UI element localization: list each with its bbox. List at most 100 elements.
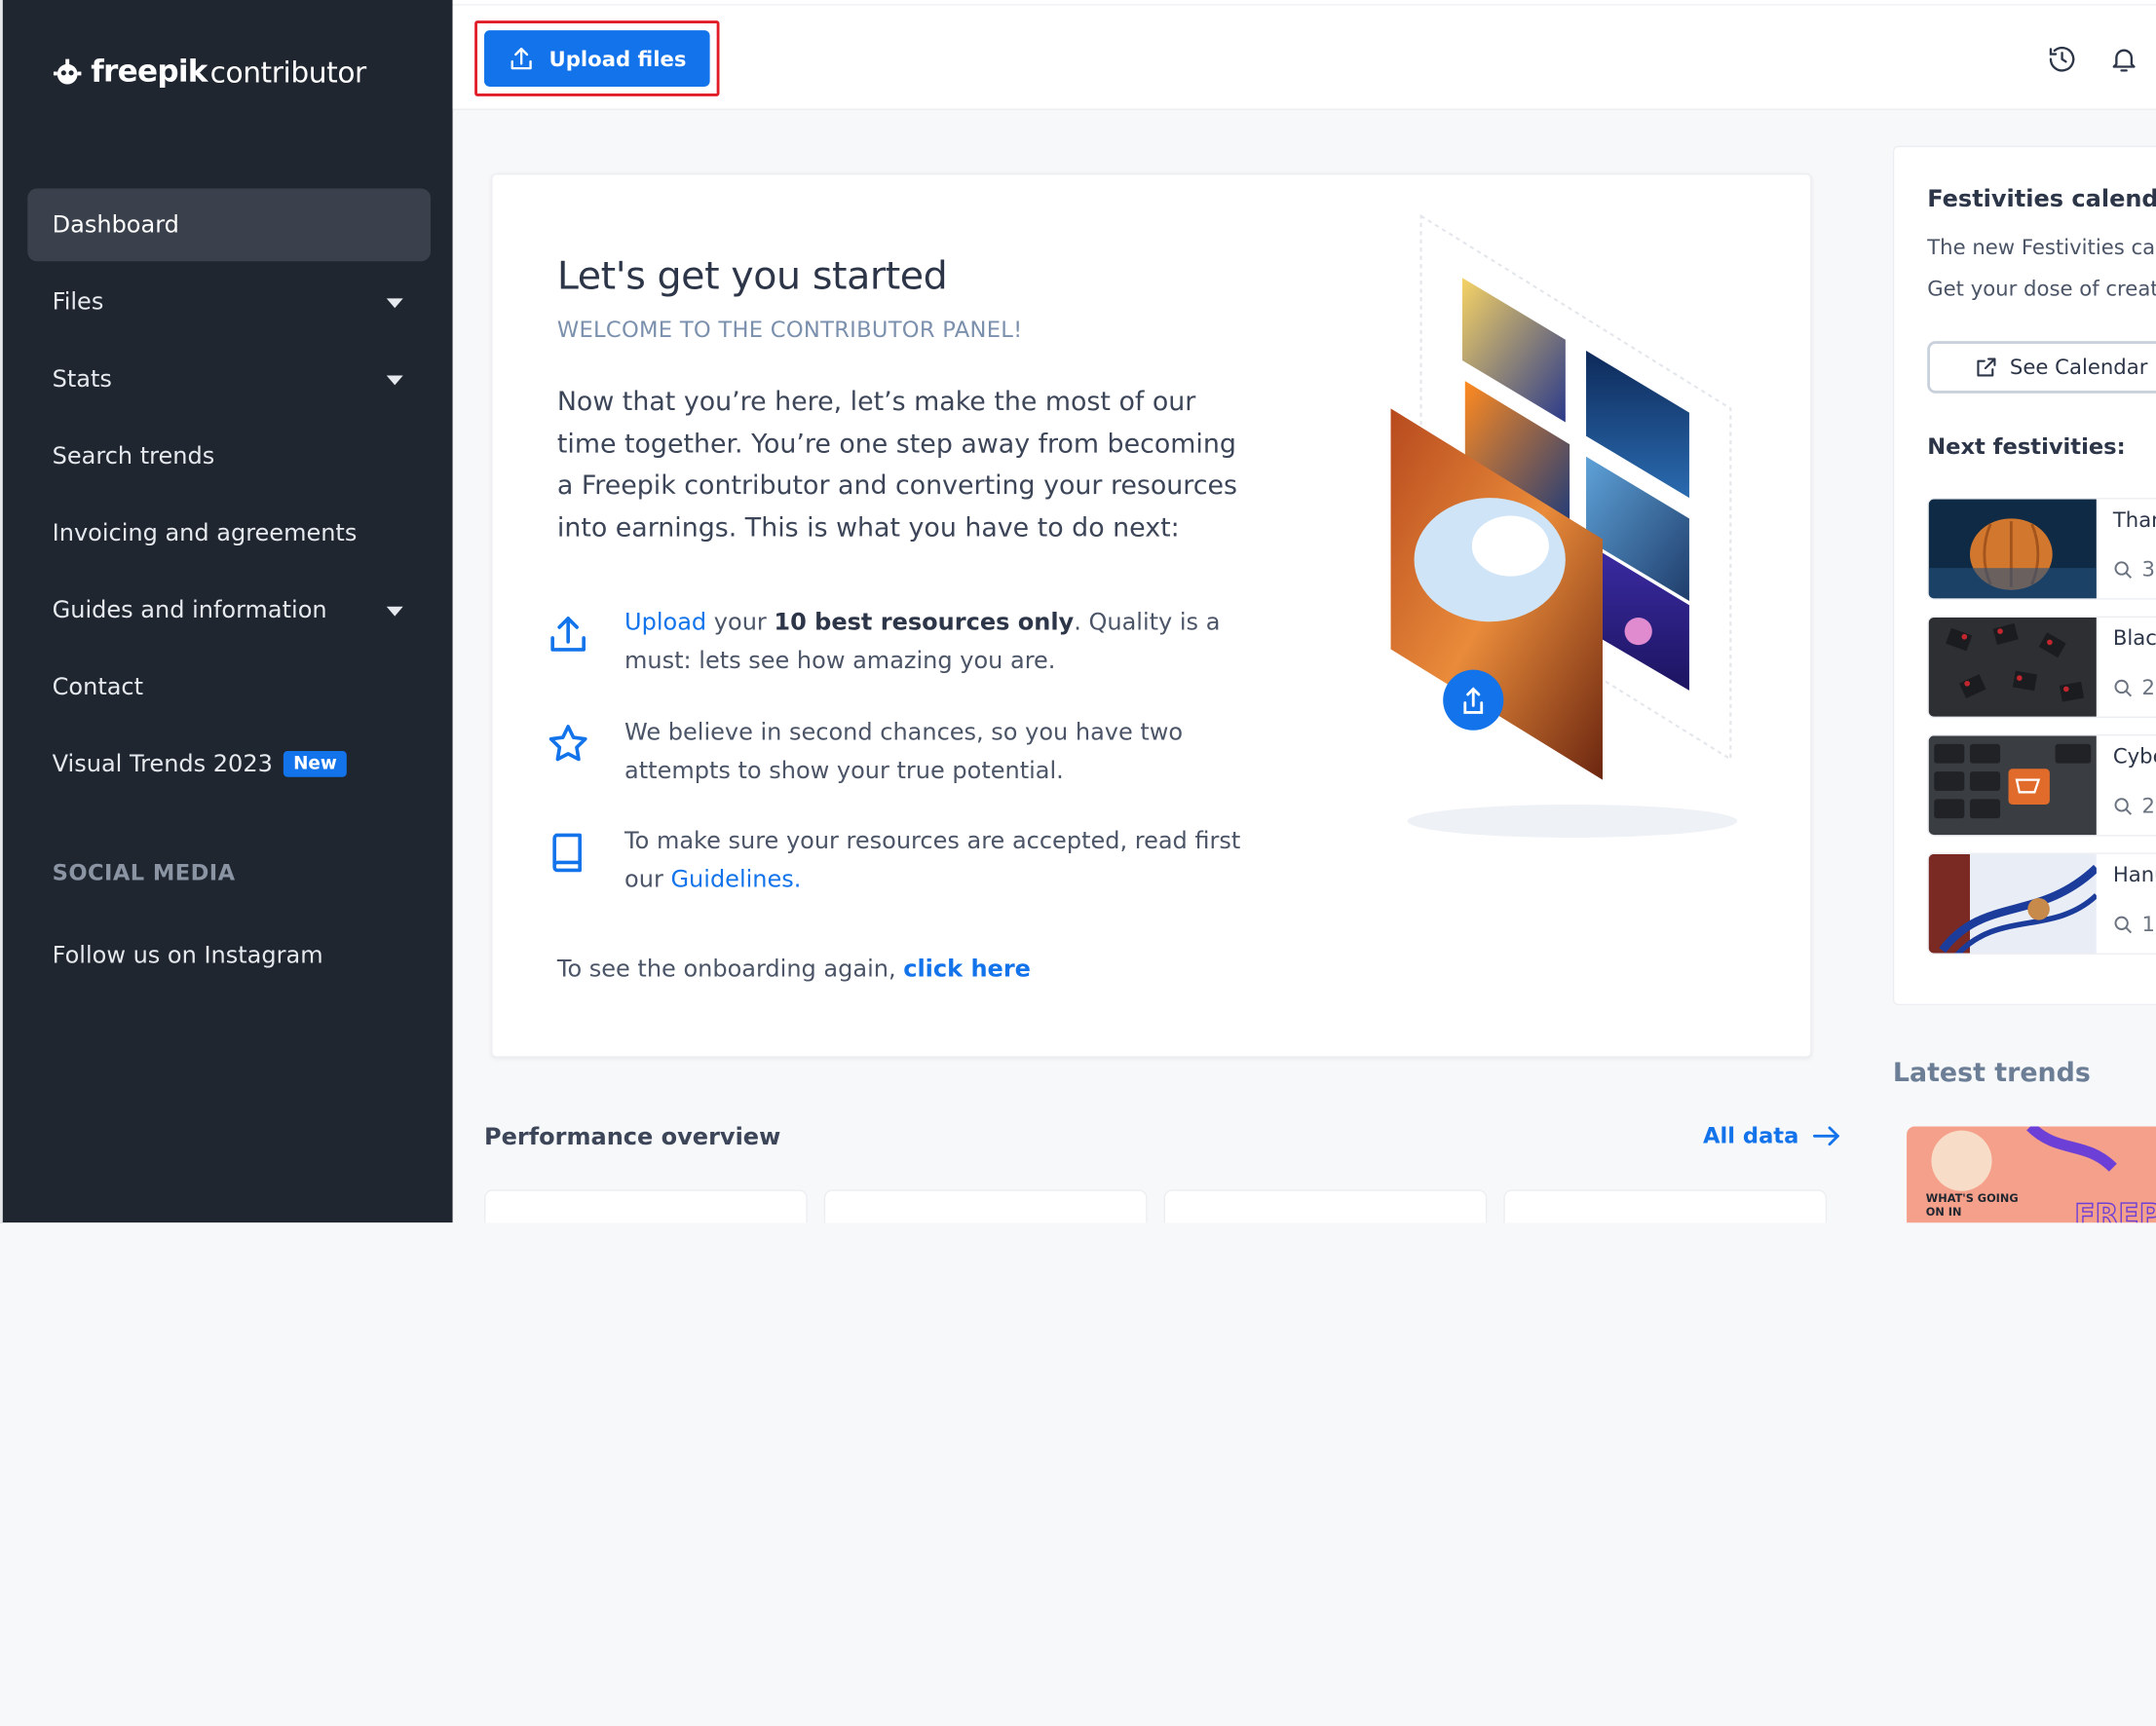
performance-card [484, 1189, 808, 1223]
onboarding-intro: Now that you’re here, let’s make the mos… [556, 386, 1237, 544]
festivity-item[interactable]: Thanksgiving 3 [1927, 498, 2156, 600]
festivities-line-1: The new Festivities calendar [1927, 235, 2156, 260]
performance-card [1503, 1189, 1828, 1223]
festivity-count: 15 [2113, 912, 2156, 937]
sidebar-item-dashboard[interactable]: Dashboard [27, 188, 431, 262]
upload-icon [550, 617, 586, 652]
festivity-count-value: 3 [2141, 556, 2155, 582]
search-icon [2114, 797, 2133, 815]
sidebar-item-label: Contact [52, 673, 144, 701]
onboarding-again: To see the onboarding again, click here [557, 956, 1031, 983]
step-second-chance: We believe in second chances, so you hav… [545, 714, 1260, 791]
bell-icon[interactable] [2109, 44, 2139, 74]
trend-card-text: WHAT'S GOING ON IN [1925, 1192, 2019, 1219]
performance-overview-title: Performance overview [484, 1123, 781, 1151]
performance-card [823, 1189, 1148, 1223]
search-icon [2114, 679, 2133, 696]
festivity-item[interactable]: Black Friday 2 [1927, 616, 2156, 719]
freepik-contributor-logo[interactable]: freepik contributor [53, 55, 367, 90]
festivity-name: Cyber Monday [2112, 743, 2156, 769]
step-second-chance-text: We believe in second chances, so you hav… [624, 719, 1184, 786]
festivity-count: 3 [2113, 557, 2155, 582]
guidelines-link[interactable]: Guidelines. [670, 867, 801, 894]
step-upload: Upload your 10 best resources only. Qual… [545, 604, 1260, 681]
sidebar-item-label: Guides and information [52, 596, 327, 624]
onboarding-illustration [1390, 213, 1738, 838]
onboarding-card: Let's get you started WELCOME TO THE CON… [491, 172, 1812, 1058]
step-guidelines: To make sure your resources are accepted… [545, 822, 1260, 899]
upload-files-button[interactable]: Upload files [484, 30, 710, 87]
festivity-thumbnail [1928, 499, 2097, 599]
festivity-count: 2 [2113, 794, 2155, 818]
topbar: Upload files [452, 5, 2156, 110]
onboarding-subtitle: WELCOME TO THE CONTRIBUTOR PANEL! [556, 316, 1023, 343]
next-festivities-heading: Next festivities: [1927, 432, 2126, 460]
see-calendar-button[interactable]: See Calendar [1927, 341, 2156, 394]
latest-trends-heading: Latest trends [1892, 1057, 2091, 1088]
onboarding-again-text: To see the onboarding again, [556, 956, 904, 984]
upload-icon [511, 47, 532, 69]
caret-down-icon [386, 297, 403, 308]
upload-link[interactable]: Upload [624, 610, 706, 637]
festivities-panel: Festivities calendar The new Festivities… [1892, 145, 2156, 1006]
sidebar-item-label: Dashboard [52, 210, 179, 239]
click-here-link[interactable]: click here [903, 956, 1031, 983]
sidebar-item-search-trends[interactable]: Search trends [27, 420, 431, 493]
festivity-item[interactable]: Hanukkah 15 [1927, 852, 2156, 955]
festivity-name: Hanukkah [2112, 862, 2156, 887]
sidebar-item-label: Visual Trends 2023 [52, 750, 273, 778]
sidebar-item-invoicing[interactable]: Invoicing and agreements [27, 497, 431, 570]
festivity-count: 2 [2113, 675, 2155, 700]
arrow-right-icon [1812, 1125, 1839, 1145]
external-link-icon [1977, 357, 1996, 377]
brand-suffix: contributor [209, 56, 367, 90]
festivity-item[interactable]: Cyber Monday 2 [1927, 734, 2156, 837]
history-icon[interactable] [2047, 44, 2077, 74]
new-badge: New [284, 750, 347, 777]
see-calendar-label: See Calendar [2009, 355, 2148, 380]
sidebar-item-stats[interactable]: Stats [27, 343, 431, 416]
festivity-name: Black Friday [2112, 625, 2156, 651]
star-icon [548, 725, 587, 762]
social-media-heading: SOCIAL MEDIA [52, 858, 236, 885]
sidebar-item-instagram[interactable]: Follow us on Instagram [27, 919, 431, 992]
onboarding-title: Let's get you started [556, 252, 948, 299]
svg-text:FREPI: FREPI [2074, 1198, 2156, 1222]
step-upload-text: Upload your 10 best resources only. Qual… [624, 604, 1260, 681]
brand-name: freepik [91, 55, 208, 90]
festivity-name: Thanksgiving [2112, 507, 2156, 533]
all-data-link[interactable]: All data [1703, 1122, 1840, 1148]
festivity-thumbnail [1928, 735, 2097, 836]
step-bold-text: 10 best resources only [774, 609, 1075, 637]
performance-card [1163, 1189, 1488, 1223]
caret-down-icon [386, 374, 403, 385]
book-icon [552, 833, 582, 873]
sidebar-item-label: Follow us on Instagram [52, 941, 323, 969]
festivity-thumbnail [1928, 853, 2097, 954]
festivity-thumbnail [1928, 617, 2097, 717]
sidebar-nav: Dashboard Files Stats Search trends Invo… [27, 188, 431, 995]
sidebar-item-contact[interactable]: Contact [27, 651, 431, 724]
sidebar-item-label: Invoicing and agreements [52, 519, 358, 547]
festivity-count-value: 2 [2141, 675, 2155, 700]
sidebar-item-guides[interactable]: Guides and information [27, 574, 431, 647]
search-icon [2114, 915, 2133, 933]
sidebar-item-visual-trends[interactable]: Visual Trends 2023 New [27, 728, 431, 801]
all-data-label: All data [1703, 1122, 1799, 1149]
freepik-logo-icon [53, 57, 82, 84]
upload-files-label: Upload files [548, 46, 687, 71]
festivity-count-value: 2 [2141, 793, 2155, 819]
latest-trend-card[interactable]: FREPI WHAT'S GOING ON IN [1907, 1126, 2156, 1223]
sidebar-item-label: Stats [52, 364, 112, 394]
festivities-title: Festivities calendar [1927, 185, 2156, 213]
upload-highlight: Upload files [474, 20, 720, 96]
sidebar-item-files[interactable]: Files [27, 266, 431, 339]
step-guidelines-text: To make sure your resources are accepted… [624, 822, 1260, 899]
search-icon [2114, 560, 2133, 579]
festivity-count-value: 15 [2141, 912, 2156, 937]
sidebar-item-label: Files [52, 287, 104, 317]
step-text: your [706, 609, 775, 637]
festivities-line-2: Get your dose of creativity [1927, 276, 2156, 302]
sidebar-item-label: Search trends [52, 441, 215, 470]
caret-down-icon [386, 605, 403, 616]
